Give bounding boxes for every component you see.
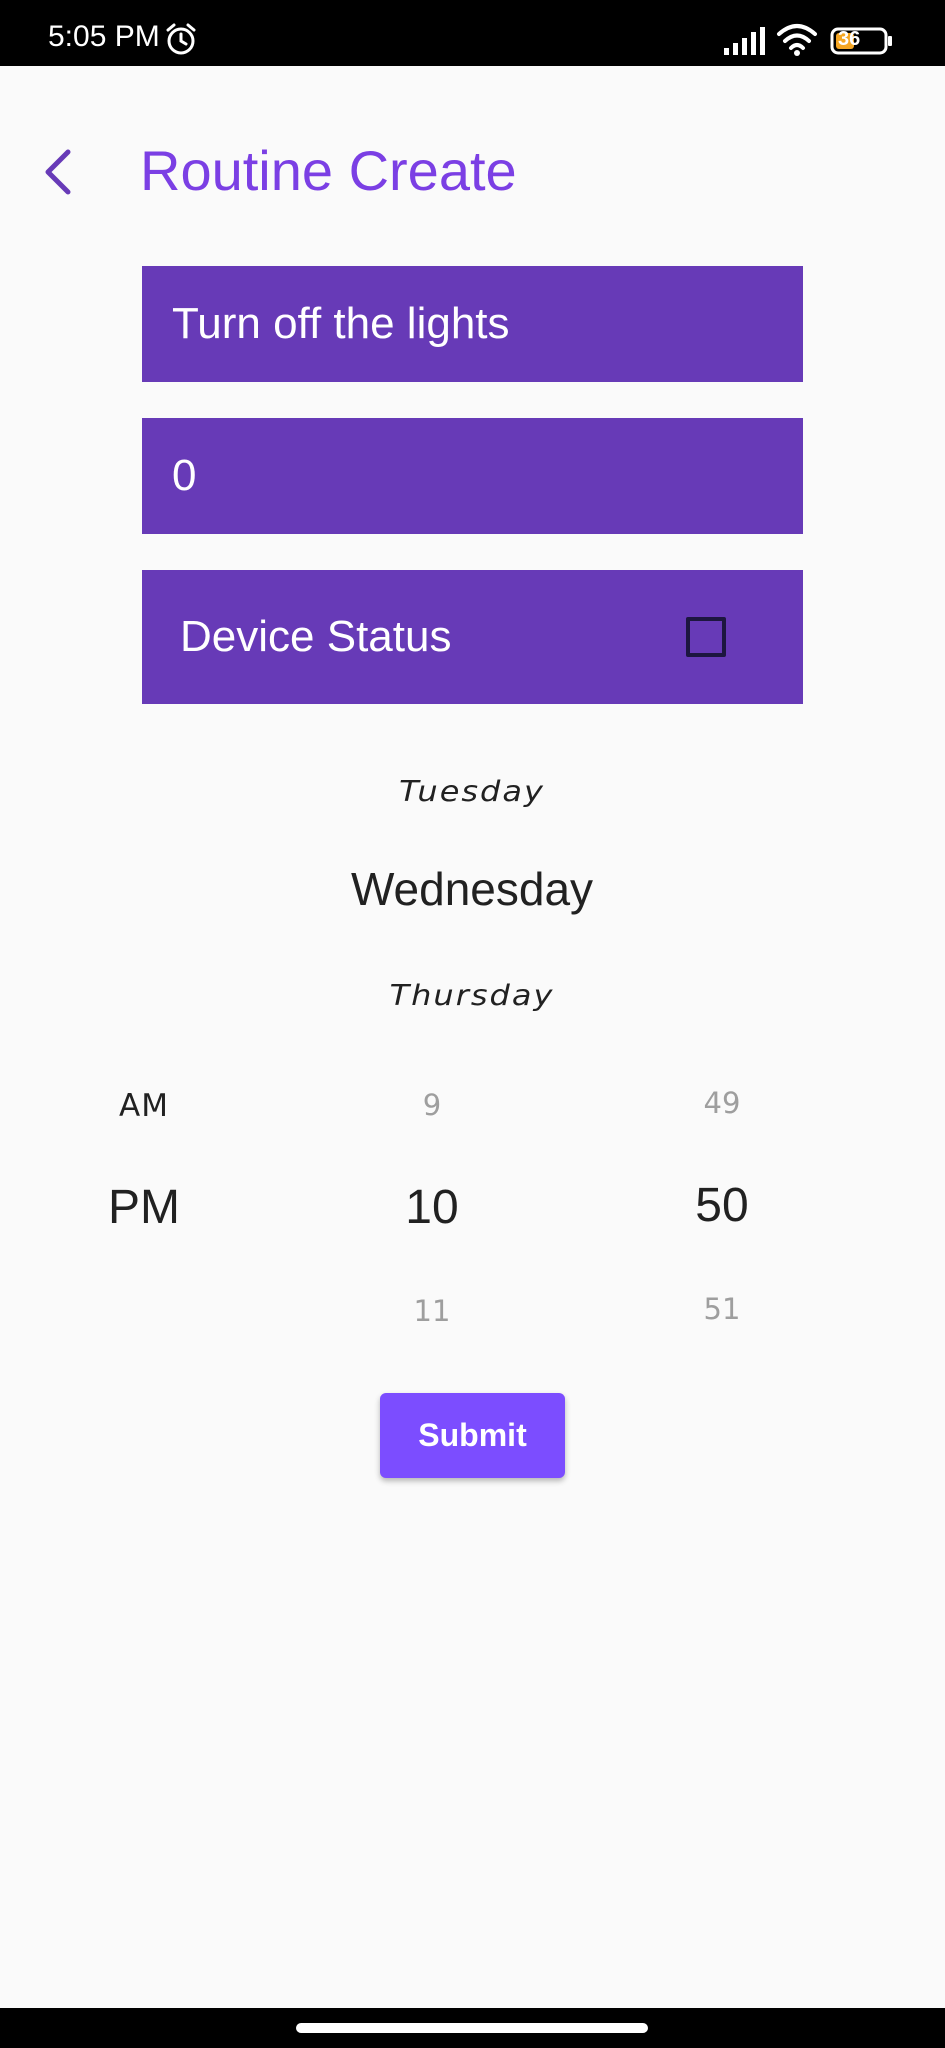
page-title: Routine Create <box>140 139 517 202</box>
day-option-previous[interactable]: Tuesday <box>272 774 672 808</box>
status-time: 5:05 PM <box>48 20 160 53</box>
hour-option-selected[interactable]: 10 <box>352 1180 512 1235</box>
home-indicator[interactable] <box>296 2023 648 2033</box>
day-option-selected[interactable]: Wednesday <box>272 862 672 916</box>
alarm-icon <box>166 23 196 55</box>
signal-icon <box>724 27 765 55</box>
hour-option-previous[interactable]: 9 <box>352 1088 512 1122</box>
navigation-bar <box>0 2008 945 2048</box>
minute-option-next[interactable]: 51 <box>642 1292 802 1326</box>
device-status-checkbox[interactable] <box>686 617 726 657</box>
routine-value-text: 0 <box>172 451 197 500</box>
routine-value-field[interactable]: 0 <box>142 418 803 534</box>
device-status-label: Device Status <box>180 612 452 661</box>
routine-name-field[interactable]: Turn off the lights <box>142 266 803 382</box>
hour-option-next[interactable]: 11 <box>352 1294 512 1328</box>
ampm-option-previous[interactable]: AM <box>60 1088 228 1124</box>
minute-option-selected[interactable]: 50 <box>642 1178 802 1233</box>
routine-create-screen: 5:05 PM 36 Routine Create Turn off the l… <box>0 0 945 2048</box>
device-status-row[interactable]: Device Status <box>142 570 803 704</box>
chevron-left-icon[interactable] <box>38 146 78 198</box>
wifi-icon <box>777 24 817 56</box>
day-option-next[interactable]: Thursday <box>272 978 672 1012</box>
minute-option-previous[interactable]: 49 <box>642 1086 802 1120</box>
routine-name-value: Turn off the lights <box>172 299 510 348</box>
battery-level: 36 <box>838 28 861 50</box>
submit-button[interactable]: Submit <box>380 1393 565 1478</box>
ampm-option-selected[interactable]: PM <box>60 1180 228 1235</box>
status-bar: 5:05 PM 36 <box>0 0 945 66</box>
